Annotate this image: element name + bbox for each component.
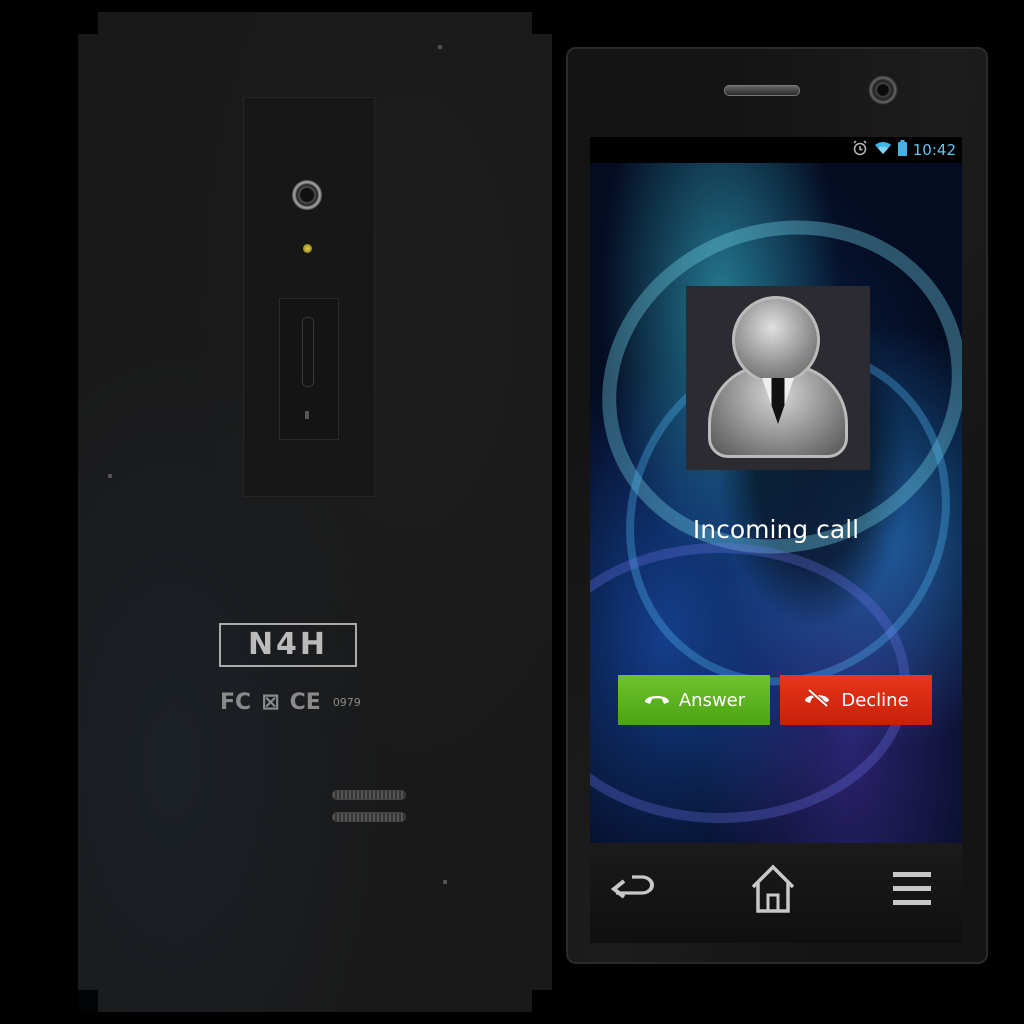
scratch-mark bbox=[443, 880, 447, 884]
answer-button[interactable]: Answer bbox=[618, 675, 770, 725]
fcc-mark: FC bbox=[220, 689, 252, 715]
ce-mark: CE bbox=[289, 689, 321, 715]
slot-dot bbox=[305, 411, 309, 419]
back-button[interactable] bbox=[604, 861, 664, 921]
battery-icon bbox=[897, 139, 907, 161]
rear-camera-module bbox=[243, 97, 375, 497]
earpiece-speaker bbox=[724, 85, 800, 96]
phone-decline-icon bbox=[803, 688, 833, 712]
caller-avatar bbox=[686, 286, 870, 470]
phone-answer-icon bbox=[643, 690, 671, 711]
rear-camera-lens-icon bbox=[292, 180, 322, 210]
menu-button[interactable] bbox=[882, 861, 942, 921]
navigation-bar bbox=[590, 843, 962, 943]
status-bar: 10:42 bbox=[590, 137, 962, 163]
brand-logo: N4H bbox=[219, 623, 357, 667]
alarm-icon bbox=[852, 139, 868, 161]
card-slot bbox=[279, 298, 339, 440]
wallpaper: Incoming call Answer Decline bbox=[590, 163, 962, 843]
status-time: 10:42 bbox=[912, 141, 956, 159]
back-icon bbox=[610, 869, 658, 913]
answer-label: Answer bbox=[678, 689, 746, 711]
menu-icon bbox=[891, 869, 933, 913]
rear-speaker-grille-bottom bbox=[332, 812, 406, 822]
slot-latch bbox=[302, 317, 314, 387]
home-button[interactable] bbox=[743, 861, 803, 921]
phone-front: 10:42 Incoming call Answer Decline bbox=[566, 47, 988, 964]
certification-marks: FC ⊠ CE 0979 bbox=[220, 687, 361, 717]
flash-icon bbox=[303, 244, 312, 253]
phone-back: N4H FC ⊠ CE 0979 bbox=[78, 12, 552, 1012]
decline-button[interactable]: Decline bbox=[780, 675, 932, 725]
decline-label: Decline bbox=[841, 689, 909, 711]
home-icon bbox=[749, 863, 797, 919]
call-status-label: Incoming call bbox=[692, 515, 860, 544]
scratch-mark bbox=[438, 45, 442, 49]
rear-speaker-grille-top bbox=[332, 790, 406, 800]
avatar-head bbox=[732, 296, 820, 384]
screen: 10:42 Incoming call Answer Decline bbox=[590, 137, 962, 943]
wifi-icon bbox=[874, 141, 892, 160]
weee-bin-icon: ⊠ bbox=[261, 689, 280, 715]
scratch-mark bbox=[108, 474, 112, 478]
cert-number: 0979 bbox=[332, 695, 361, 709]
front-camera-icon bbox=[868, 75, 898, 105]
